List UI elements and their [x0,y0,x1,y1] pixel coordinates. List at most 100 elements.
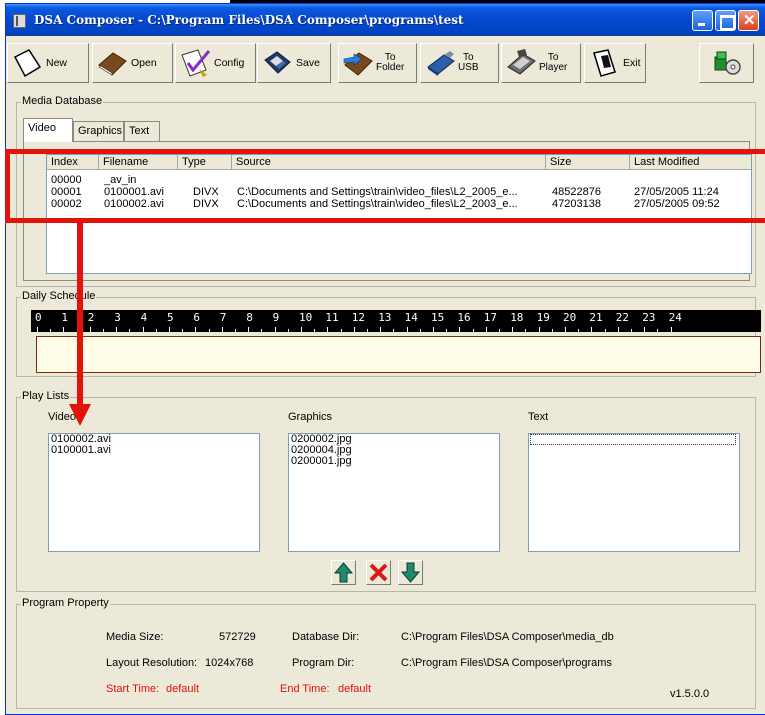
list-item[interactable]: 0100001.avi [49,445,259,456]
play-lists-label: Play Lists [21,390,71,402]
half-hour-tick [631,329,632,332]
hour-label-11: 11 [325,311,339,324]
half-hour-tick [419,329,421,332]
program-dir-label: Program Dir: [292,657,355,669]
to-usb-label-line2: USB [458,62,479,73]
text-playlist[interactable] [528,433,740,552]
media-size-label: Media Size: [106,631,164,643]
text-playlist-label: Text [528,411,549,423]
half-hour-tick [393,329,395,332]
config-label: Config [214,57,245,69]
half-hour-tick [340,329,342,332]
to-usb-button[interactable]: To USB [420,43,499,83]
up-arrow-icon [332,562,355,587]
hour-label-0: 0 [35,311,42,324]
hour-tick [406,327,408,332]
layout-resolution-label: Layout Resolution: [106,657,198,669]
hour-label-5: 5 [167,311,174,324]
hour-label-15: 15 [431,311,445,324]
hour-label-19: 19 [536,311,550,324]
main-toolbar: New Open Config Save To Folder To USB To… [7,43,757,83]
hour-tick [512,327,514,332]
hour-label-24: 24 [668,311,682,324]
maximize-button[interactable] [715,10,736,31]
hour-tick [459,327,461,332]
hour-tick [565,327,566,332]
half-hour-tick [182,329,184,332]
hour-tick [644,327,646,332]
exit-button[interactable]: Exit [584,43,646,83]
hour-tick [274,327,276,332]
half-hour-tick [261,329,263,332]
hour-tick [327,327,329,332]
hour-label-6: 6 [193,311,201,324]
blank-page-icon [11,47,43,79]
hour-tick [670,327,672,332]
hour-label-3: 3 [114,311,121,324]
move-down-button[interactable] [398,560,423,585]
remove-button[interactable] [366,560,391,585]
app-logo-button[interactable] [699,43,754,83]
close-button[interactable] [738,10,759,31]
focused-empty-row[interactable] [530,434,736,445]
video-playlist[interactable]: 0100002.avi 0100001.avi [48,433,260,552]
half-hour-tick [208,329,210,332]
hour-label-10: 10 [299,311,313,324]
schedule-track[interactable] [36,336,761,373]
new-label: New [46,57,68,69]
schedule-timeline[interactable]: 0 1 2 3 4 5 6 7 8 9 10 11 12 13 14 15 16 17 18 19 20 21 22 23 24 [31,310,761,332]
database-dir-label: Database Dir: [292,631,360,643]
window-title: DSA Composer - C:\Program Files\DSA Comp… [34,13,464,27]
start-time-label[interactable]: Start Time: [106,683,159,695]
hour-label-22: 22 [615,311,630,324]
hour-label-20: 20 [563,311,577,324]
tab-graphics[interactable]: Graphics [73,121,124,141]
database-dir-value: C:\Program Files\DSA Composer\media_db [401,631,614,643]
half-hour-tick [446,329,448,332]
layout-resolution-value: 1024x768 [205,657,254,669]
hour-tick [301,327,302,332]
end-time-value[interactable]: default [338,683,371,695]
half-hour-tick [525,329,527,332]
down-arrow-icon [399,562,422,587]
save-label: Save [296,57,320,69]
hour-tick [353,327,355,332]
save-button[interactable]: Save [257,43,331,83]
hour-tick [169,327,170,332]
graphics-playlist-label: Graphics [288,411,333,423]
tab-video[interactable]: Video [23,118,73,142]
new-button[interactable]: New [7,43,89,83]
hour-tick [433,327,434,332]
version-label: v1.5.0.0 [670,688,710,700]
hour-label-4: 4 [140,311,148,324]
app-window-icon[interactable] [13,14,26,28]
green-disc-app-icon [711,47,743,79]
half-hour-tick [314,329,316,332]
hour-label-13: 13 [378,311,392,324]
hour-tick [195,327,197,332]
to-folder-button[interactable]: To Folder [338,43,417,83]
move-up-button[interactable] [331,560,356,585]
hour-label-17: 17 [483,311,498,324]
half-hour-tick [604,329,606,332]
media-size-value: 572729 [219,631,256,643]
end-time-label[interactable]: End Time: [280,683,330,695]
start-time-value[interactable]: default [166,683,199,695]
hour-tick [116,327,118,332]
half-hour-tick [657,329,659,332]
open-button[interactable]: Open [92,43,173,83]
half-hour-tick [103,329,104,332]
graphics-playlist[interactable]: 0200002.jpg 0200004.jpg 0200001.jpg [288,433,500,552]
minimize-button[interactable] [692,10,713,31]
hour-label-14: 14 [404,311,418,324]
usb-drive-icon [424,47,456,79]
list-item[interactable]: 0200001.jpg [289,456,499,467]
title-bar[interactable]: DSA Composer - C:\Program Files\DSA Comp… [6,4,765,36]
hour-tick [142,327,144,332]
hour-label-16: 16 [457,311,471,324]
annotation-arrow-head [69,404,91,426]
tab-text[interactable]: Text [124,121,160,141]
hour-label-2: 2 [87,311,95,324]
to-player-button[interactable]: To Player [501,43,581,83]
config-button[interactable]: Config [175,43,256,83]
